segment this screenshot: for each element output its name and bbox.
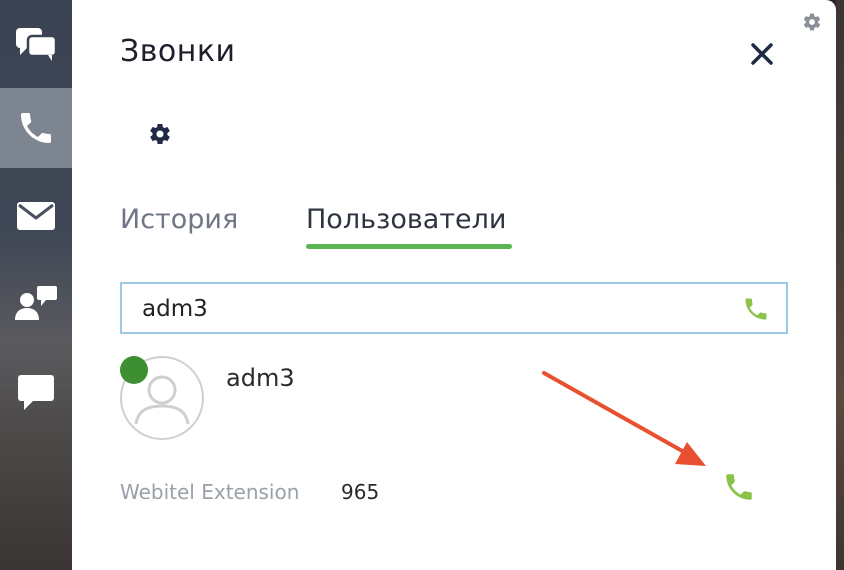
close-icon[interactable] [748, 40, 776, 68]
user-name: adm3 [226, 364, 295, 392]
settings-gear-icon[interactable] [148, 122, 172, 146]
mail-icon [17, 202, 55, 230]
tab-history[interactable]: История [120, 204, 238, 235]
phone-icon [21, 113, 51, 143]
status-indicator [120, 356, 148, 384]
extension-label: Webitel Extension [120, 480, 300, 504]
sidebar [0, 0, 72, 570]
page-title: Звонки [120, 34, 236, 69]
sidebar-item-calls[interactable] [0, 88, 72, 168]
search-input[interactable] [142, 294, 722, 324]
tab-users[interactable]: Пользователи [306, 204, 506, 235]
active-tab-indicator [306, 244, 512, 249]
chats-icon [16, 28, 58, 61]
calls-panel: Звонки История Пользователи adm3 Webitel… [72, 0, 836, 570]
call-user-icon[interactable] [722, 470, 756, 504]
message-icon [18, 375, 54, 410]
gear-icon[interactable] [802, 12, 822, 32]
background-strip [836, 0, 844, 570]
sidebar-item-contacts[interactable] [0, 264, 72, 344]
contacts-icon [15, 286, 57, 320]
sidebar-item-chats[interactable] [0, 4, 72, 84]
call-icon[interactable] [742, 295, 770, 323]
sidebar-item-mail[interactable] [0, 176, 72, 256]
extension-value: 965 [341, 480, 380, 504]
search-field [120, 282, 788, 334]
sidebar-item-messages[interactable] [0, 352, 72, 432]
